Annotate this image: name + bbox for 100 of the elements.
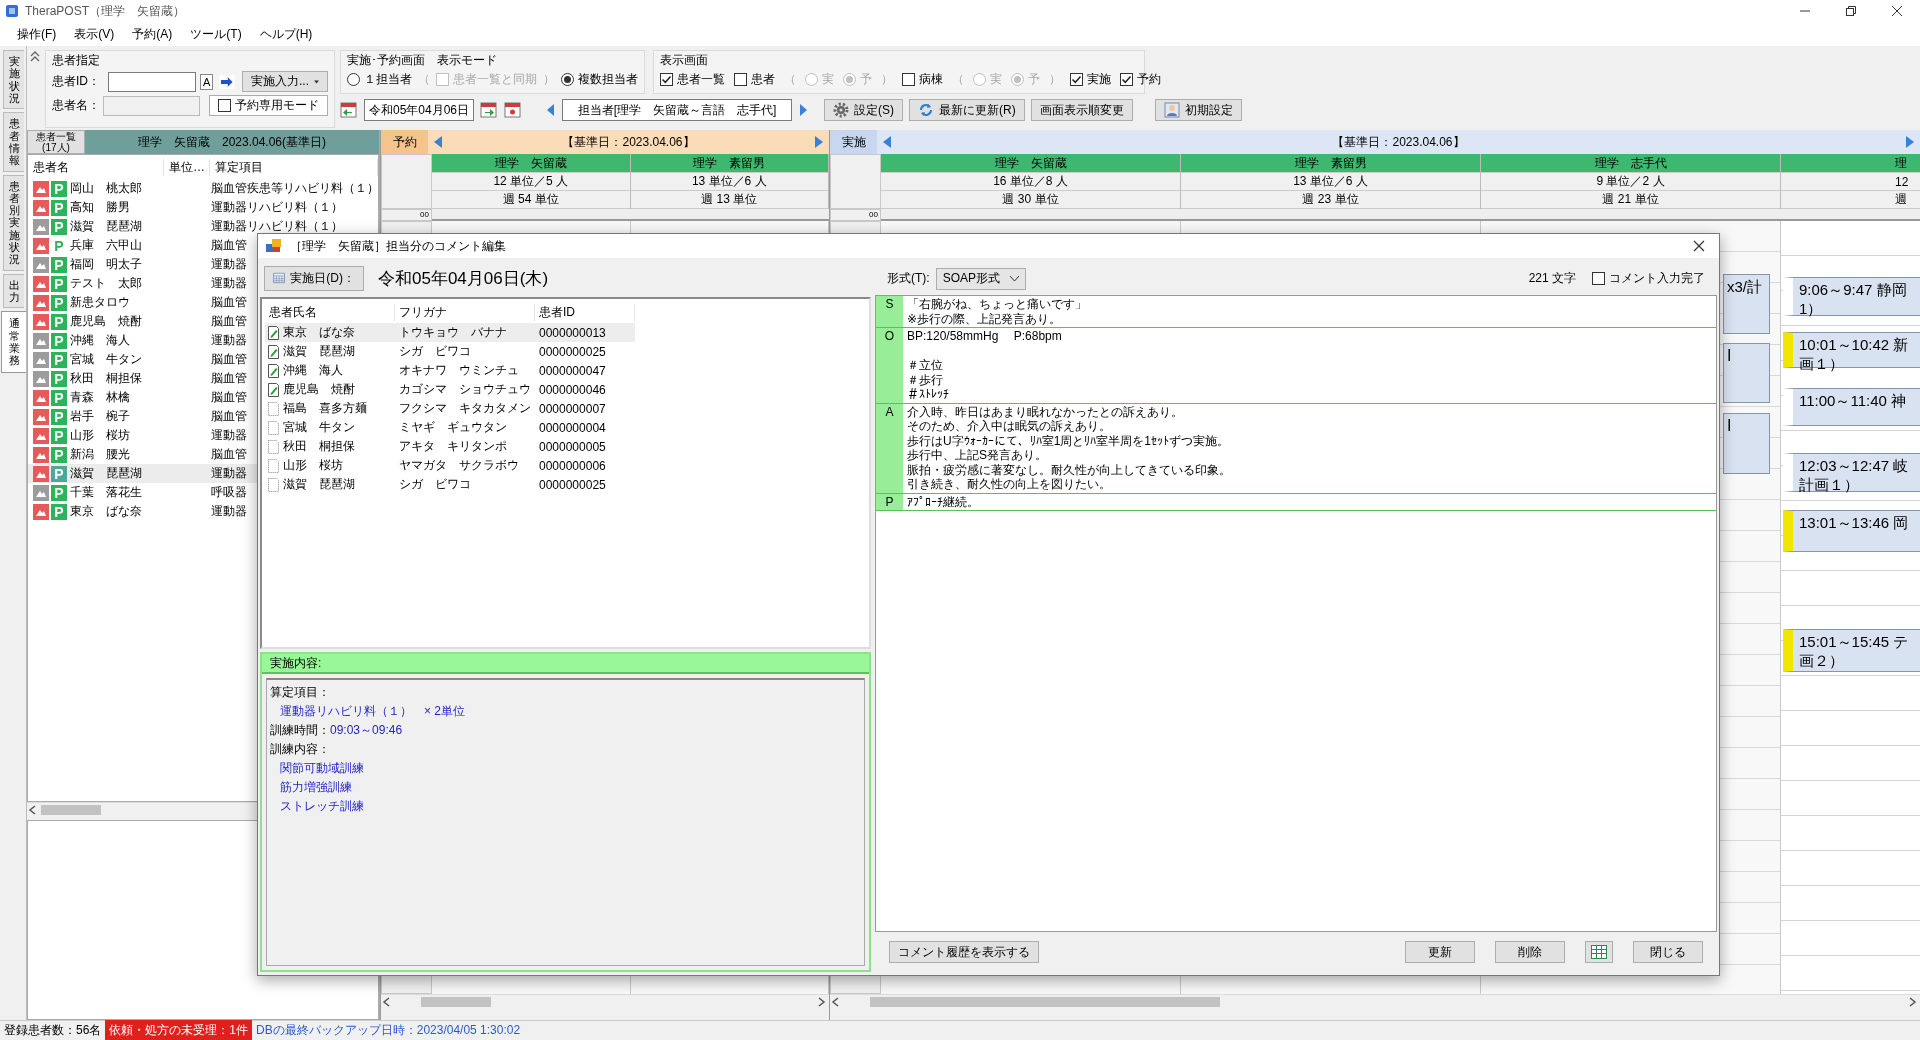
- reservation-only-checkbox[interactable]: 予約専用モード: [209, 95, 328, 116]
- appointment-block[interactable]: 11:00～11:40 神: [1783, 388, 1920, 426]
- appointment-block[interactable]: Ⅰ: [1723, 343, 1770, 403]
- billing-item: 脳血管: [210, 408, 247, 425]
- next-day-icon[interactable]: [1906, 136, 1914, 148]
- horizontal-scrollbar[interactable]: [830, 994, 1920, 1008]
- scroll-thumb[interactable]: [41, 805, 101, 815]
- table-button[interactable]: [1585, 941, 1613, 963]
- dialog-button[interactable]: 更新: [1405, 941, 1475, 963]
- patient-id-field[interactable]: [108, 71, 196, 92]
- toolbar-button[interactable]: 画面表示順変更: [1030, 99, 1133, 121]
- calendar-icon[interactable]: [504, 101, 523, 119]
- patient-name: 新患タロウ: [69, 294, 131, 311]
- appointment-block[interactable]: 9:06～9:47 静岡 1）: [1783, 277, 1920, 316]
- text-line[interactable]: 介入時、昨日はあまり眠れなかったとの訴えあり。: [907, 404, 1183, 419]
- column-header[interactable]: 算定項目: [210, 158, 378, 176]
- side-tab[interactable]: 実施状況: [3, 50, 24, 110]
- patient-row[interactable]: 東京 ばな奈 トウキョウ バナナ 0000000013: [265, 323, 635, 342]
- side-tab[interactable]: 患者別実施状況: [3, 174, 24, 271]
- format-select[interactable]: SOAP形式: [935, 267, 1026, 290]
- single-staff-radio[interactable]: １担当者: [347, 71, 412, 88]
- bracket: （: [784, 71, 796, 88]
- unit-count: 9 単位／2 人: [1481, 173, 1780, 191]
- text-line[interactable]: 「右腕がね、ちょっと痛いです」: [907, 297, 1087, 312]
- pane-label: 予約: [381, 130, 428, 154]
- patient-name: 岡山 桃太郎: [69, 180, 143, 197]
- side-tab[interactable]: 出力: [3, 273, 24, 309]
- column-header[interactable]: 患者氏名: [265, 303, 395, 321]
- restore-icon: [1846, 6, 1856, 16]
- app-icon: [5, 4, 19, 18]
- appointment-text: 画１）: [1799, 354, 1844, 373]
- detail-item: ストレッチ訓練: [279, 798, 365, 815]
- menu-item[interactable]: 表示(V): [65, 23, 124, 45]
- group-title: 患者指定: [52, 52, 101, 68]
- toolbar-button[interactable]: 最新に更新(R): [909, 99, 1025, 121]
- patient-row[interactable]: 沖縄 海人 オキナワ ウミンチュ 0000000047: [265, 361, 635, 380]
- next-day-icon[interactable]: [815, 136, 823, 148]
- patient-row[interactable]: 宮城 牛タン ミヤギ ギュウタン 0000000004: [265, 418, 635, 437]
- text-line[interactable]: ※歩行の際、上記発言あり。: [907, 311, 1062, 326]
- horizontal-scrollbar[interactable]: [381, 994, 829, 1008]
- menu-item[interactable]: ヘルプ(H): [250, 23, 322, 45]
- side-tab[interactable]: 患者情報: [3, 112, 24, 172]
- view-checkbox[interactable]: 予約: [1120, 71, 1161, 88]
- patient-row[interactable]: 福島 喜多方麺 フクシマ キタカタメン 0000000007: [265, 399, 635, 418]
- text-line[interactable]: 引き続き、耐久性の向上を図りたい。: [907, 477, 1111, 492]
- multi-staff-radio[interactable]: 複数担当者: [561, 71, 638, 88]
- text-line[interactable]: BP:120/58mmHg P:68bpm: [907, 329, 1062, 344]
- view-checkbox[interactable]: 患者一覧: [660, 71, 725, 88]
- text-line[interactable]: 歩行中、上記S発言あり。: [907, 448, 1047, 463]
- text-line[interactable]: ＃立位: [907, 358, 943, 373]
- patient-name-field[interactable]: [103, 95, 200, 116]
- text-line[interactable]: そのため、介入中は眠気の訴えあり。: [907, 419, 1111, 434]
- patient-list-button[interactable]: 患者一覧 (17人): [27, 130, 85, 154]
- appointment-block[interactable]: x3/計: [1723, 274, 1770, 334]
- complete-checkbox[interactable]: コメント入力完了: [1592, 270, 1705, 287]
- staff-name: 理学 矢留蔵: [881, 154, 1180, 173]
- text-line[interactable]: 脈拍・疲労感に著変なし。耐久性が向上してきている印象。: [907, 462, 1231, 477]
- toolbar-button[interactable]: 初期設定: [1154, 99, 1242, 121]
- patient-row[interactable]: 滋賀 琵琶湖 シガ ビワコ 0000000025: [265, 342, 635, 361]
- column-header[interactable]: 患者名: [28, 158, 164, 176]
- text-line[interactable]: ＃歩行: [907, 372, 943, 387]
- toolbar-button[interactable]: 設定(S): [824, 99, 904, 121]
- alpha-toggle-button[interactable]: A: [199, 73, 214, 90]
- column-header[interactable]: フリガナ: [395, 303, 535, 321]
- text-line[interactable]: 歩行はU字ｳｫｰｶｰにて、ﾘﾊ室1周とﾘﾊ室半周を1ｾｯﾄずつ実施。: [907, 433, 1229, 448]
- p-mark: P: [51, 408, 67, 425]
- dialog-button[interactable]: コメント履歴を表示する: [889, 941, 1039, 963]
- previous-day-icon[interactable]: [883, 136, 891, 148]
- kana-name: カゴシマ ショウチュウ: [398, 381, 532, 398]
- text-line[interactable]: ＃ｽﾄﾚｯﾁ: [907, 387, 949, 402]
- patient-row[interactable]: P 高知 勝男 運動器リハビリ料（１）: [28, 198, 378, 217]
- view-checkbox[interactable]: 実施: [1070, 71, 1111, 88]
- view-checkbox[interactable]: 患者: [734, 71, 775, 88]
- menu-item[interactable]: 操作(F): [8, 23, 66, 45]
- patient-row[interactable]: P 滋賀 琵琶湖 運動器リハビリ料（１）: [28, 217, 378, 236]
- date-field[interactable]: 令和05年04月06日: [364, 99, 475, 121]
- appointment-block[interactable]: Ⅰ: [1723, 413, 1770, 474]
- scroll-thumb[interactable]: [421, 997, 491, 1007]
- patient-row[interactable]: P 東京 ばな奈 運動器: [28, 502, 378, 521]
- appointment-block[interactable]: 12:03～12:47 岐 計画１）: [1783, 453, 1920, 492]
- previous-day-icon[interactable]: [434, 136, 442, 148]
- menu-item[interactable]: 予約(A): [123, 23, 182, 45]
- patient-row[interactable]: 鹿児島 焼酎 カゴシマ ショウチュウ 0000000046: [265, 380, 635, 399]
- menu-item[interactable]: ツール(T): [181, 23, 251, 45]
- column-header[interactable]: 患者ID: [535, 303, 635, 321]
- billing-item: 脳血管: [210, 351, 247, 368]
- side-tab[interactable]: 通常業務: [1, 311, 26, 373]
- scroll-thumb[interactable]: [870, 997, 1220, 1007]
- column-header[interactable]: 単位…: [164, 158, 210, 176]
- staff-range-field[interactable]: 担当者[理学 矢留蔵～言語 志手代]: [562, 99, 793, 121]
- dialog-button[interactable]: 削除: [1495, 941, 1565, 963]
- date-button[interactable]: 実施日(D)：: [264, 265, 364, 291]
- patient-row[interactable]: P 岡山 桃太郎 脳血管疾患等リハビリ料（１）: [28, 179, 378, 198]
- input-mode-dropdown[interactable]: 実施入力...: [242, 71, 328, 92]
- view-checkbox[interactable]: 病棟: [902, 71, 943, 88]
- dialog-button[interactable]: 閉じる: [1633, 941, 1703, 963]
- appointment-block[interactable]: 15:01～15:45 テ 画２）: [1783, 629, 1920, 672]
- text-line[interactable]: ｱﾌﾟﾛｰﾁ継続。: [907, 494, 979, 509]
- appointment-block[interactable]: 13:01～13:46 岡: [1783, 510, 1920, 552]
- patient-row[interactable]: 秋田 桐担保 アキタ キリタンポ 0000000005: [265, 437, 635, 456]
